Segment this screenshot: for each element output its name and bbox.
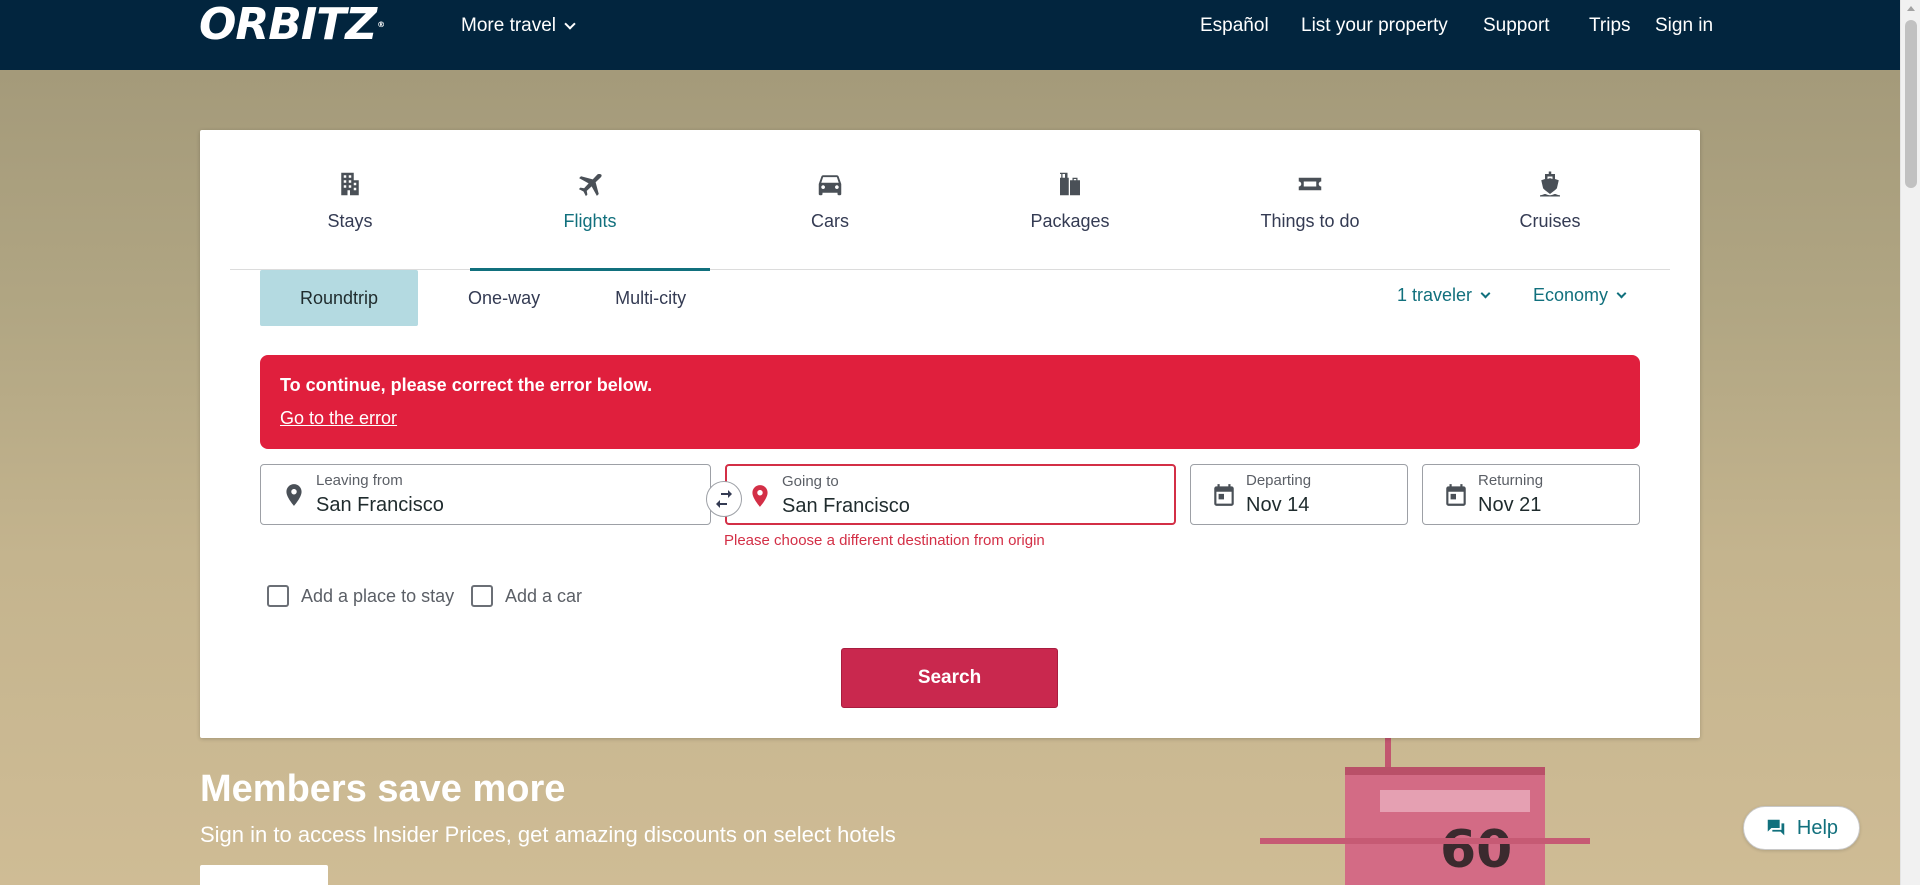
ship-icon	[1540, 171, 1560, 197]
page-scrollbar[interactable]	[1900, 0, 1920, 885]
departing-date-field[interactable]: Departing Nov 14	[1190, 464, 1408, 525]
tab-things-to-do[interactable]: Things to do	[1190, 160, 1430, 270]
members-sign-in-button[interactable]	[200, 865, 328, 885]
lifeguard-tower-rail	[1260, 838, 1590, 885]
nav-list-your-property[interactable]: List your property	[1301, 15, 1448, 37]
departing-value: Nov 14	[1246, 494, 1310, 516]
orbitz-logo[interactable]: ORBITZ®	[199, 3, 385, 47]
leaving-from-label: Leaving from	[316, 472, 403, 489]
tab-stays[interactable]: Stays	[230, 160, 470, 270]
scrollbar-thumb[interactable]	[1905, 20, 1917, 188]
roundtrip-button[interactable]: Roundtrip	[260, 270, 419, 326]
more-travel-label: More travel	[461, 15, 557, 36]
calendar-icon	[1214, 484, 1234, 506]
returning-value: Nov 21	[1478, 494, 1542, 516]
add-car-label: Add a car	[505, 585, 583, 606]
scroll-up-arrow-icon[interactable]	[1907, 6, 1915, 11]
tab-cars[interactable]: Cars	[710, 160, 950, 270]
tab-stays-label: Stays	[327, 211, 373, 231]
add-place-to-stay-checkbox[interactable]: Add a place to stay	[267, 585, 454, 607]
more-travel-menu[interactable]: More travel	[461, 15, 576, 37]
tab-flights[interactable]: Flights	[470, 160, 710, 271]
building-icon	[341, 172, 359, 196]
tab-cars-label: Cars	[810, 211, 849, 231]
chat-bubble-icon	[1767, 819, 1785, 836]
car-icon	[818, 175, 842, 196]
trip-type-selector: Roundtrip One-way Multi-city	[260, 270, 711, 326]
leaving-from-value: San Francisco	[316, 494, 444, 516]
location-pin-icon	[286, 484, 302, 506]
cabin-class-dropdown[interactable]: Economy	[1533, 285, 1627, 306]
nav-support[interactable]: Support	[1483, 15, 1550, 37]
one-way-button[interactable]: One-way	[418, 270, 565, 326]
add-place-to-stay-label: Add a place to stay	[301, 585, 455, 606]
tab-flights-label: Flights	[563, 211, 617, 231]
going-to-label: Going to	[782, 473, 839, 490]
going-to-error-message: Please choose a different destination fr…	[724, 532, 1045, 549]
cabin-class-label: Economy	[1533, 285, 1609, 305]
luggage-icon	[1060, 172, 1080, 196]
chevron-down-icon	[564, 17, 576, 30]
airplane-icon	[578, 173, 602, 197]
error-title: To continue, please correct the error be…	[280, 375, 653, 395]
error-banner: To continue, please correct the error be…	[260, 355, 1640, 449]
multi-city-button[interactable]: Multi-city	[565, 270, 711, 326]
tab-packages[interactable]: Packages	[950, 160, 1190, 270]
travelers-label: 1 traveler	[1397, 285, 1473, 305]
going-to-field[interactable]: Going to San Francisco	[725, 464, 1176, 525]
nav-sign-in[interactable]: Sign in	[1655, 15, 1713, 37]
help-label: Help	[1796, 816, 1839, 839]
ticket-icon	[1298, 177, 1322, 191]
travelers-dropdown[interactable]: 1 traveler	[1397, 285, 1491, 306]
tab-cruises-label: Cruises	[1519, 211, 1581, 231]
leaving-from-field[interactable]: Leaving from San Francisco	[260, 464, 711, 525]
search-card: Stays Flights Cars Packages Things to do…	[200, 130, 1700, 738]
returning-label: Returning	[1478, 472, 1544, 489]
swap-locations-button[interactable]	[706, 481, 742, 517]
lob-tabs: Stays Flights Cars Packages Things to do…	[230, 160, 1670, 271]
lifeguard-tower-window	[1380, 790, 1530, 812]
help-button[interactable]: Help	[1743, 806, 1860, 850]
checkbox-box[interactable]	[267, 585, 289, 607]
members-subtitle: Sign in to access Insider Prices, get am…	[200, 822, 896, 847]
chevron-down-icon	[1480, 288, 1491, 298]
nav-trips[interactable]: Trips	[1589, 15, 1631, 37]
tab-packages-label: Packages	[1030, 211, 1110, 231]
checkbox-box[interactable]	[471, 585, 493, 607]
search-button[interactable]: Search	[841, 648, 1058, 708]
go-to-error-link[interactable]: Go to the error	[280, 408, 397, 429]
top-header: ORBITZ® More travel Español List your pr…	[0, 0, 1900, 70]
going-to-value: San Francisco	[782, 495, 910, 517]
location-pin-icon	[752, 485, 768, 507]
tab-things-to-do-label: Things to do	[1260, 211, 1360, 231]
chevron-down-icon	[1616, 288, 1627, 298]
tab-cruises[interactable]: Cruises	[1430, 160, 1670, 270]
calendar-icon	[1446, 484, 1466, 506]
returning-date-field[interactable]: Returning Nov 21	[1422, 464, 1640, 525]
members-title: Members save more	[200, 768, 566, 810]
departing-label: Departing	[1246, 472, 1312, 489]
add-car-checkbox[interactable]: Add a car	[471, 585, 582, 607]
nav-espanol[interactable]: Español	[1200, 15, 1269, 37]
swap-arrows-icon	[716, 490, 732, 508]
